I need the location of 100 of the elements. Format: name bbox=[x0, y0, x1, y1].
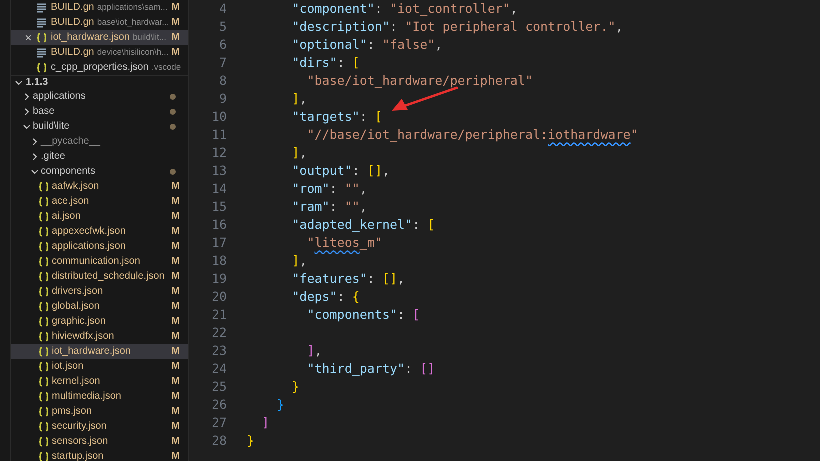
file-name: appexecfwk.json bbox=[52, 225, 126, 239]
file-item[interactable]: distributed_schedule.json M bbox=[11, 269, 188, 284]
chevron-down-icon[interactable] bbox=[15, 78, 25, 86]
file-item[interactable]: communication.json M bbox=[11, 254, 188, 269]
braces-icon bbox=[39, 362, 51, 372]
file-item[interactable]: pms.json M bbox=[11, 404, 188, 419]
line-number: 18 bbox=[210, 252, 227, 270]
git-status: M bbox=[172, 420, 180, 434]
code-line: ], bbox=[291, 144, 308, 162]
arrow-annotation bbox=[389, 86, 459, 114]
code-line: "optional": "false", bbox=[291, 36, 443, 54]
code-line: } bbox=[246, 432, 255, 450]
git-status: M bbox=[172, 330, 180, 344]
open-editor-item[interactable]: BUILD.gn device\hisilicon\h... M bbox=[11, 45, 188, 60]
code-line: "liteos_m" bbox=[306, 234, 382, 252]
braces-icon bbox=[39, 242, 51, 252]
file-item[interactable]: sensors.json M bbox=[11, 434, 188, 449]
file-item[interactable]: startup.json M bbox=[11, 449, 188, 461]
git-status: M bbox=[172, 450, 180, 461]
braces-icon bbox=[39, 272, 51, 282]
braces-icon bbox=[39, 436, 51, 446]
folder-item[interactable]: build\lite bbox=[11, 119, 188, 134]
git-status: M bbox=[172, 46, 180, 60]
git-status: M bbox=[172, 270, 180, 284]
line-number: 24 bbox=[210, 360, 227, 378]
close-button[interactable]: × bbox=[23, 32, 37, 44]
line-number: 6 bbox=[218, 36, 227, 54]
file-item[interactable]: aafwk.json M bbox=[11, 179, 188, 194]
code-line: "base/iot_hardware/peripheral" bbox=[306, 72, 533, 90]
file-item[interactable]: security.json M bbox=[11, 419, 188, 434]
line-number: 8 bbox=[218, 72, 227, 90]
braces-icon bbox=[39, 376, 51, 386]
git-status: M bbox=[172, 180, 180, 194]
git-status: M bbox=[172, 240, 180, 254]
open-editor-item[interactable]: c_cpp_properties.json .vscode bbox=[11, 60, 188, 75]
file-name: base bbox=[33, 105, 55, 119]
line-number: 16 bbox=[210, 216, 227, 234]
chevron-down-icon[interactable] bbox=[31, 168, 41, 176]
git-status: M bbox=[172, 360, 180, 374]
file-item[interactable]: kernel.json M bbox=[11, 374, 188, 389]
file-name: aafwk.json bbox=[52, 180, 100, 194]
folder-item[interactable]: components bbox=[11, 164, 188, 179]
file-path: .vscode bbox=[152, 61, 182, 74]
git-status: M bbox=[172, 255, 180, 269]
file-name: security.json bbox=[52, 420, 107, 434]
file-item[interactable]: iot_hardware.json M bbox=[11, 344, 188, 359]
chevron-down-icon[interactable] bbox=[23, 122, 33, 130]
file-name: global.json bbox=[52, 300, 100, 314]
line-number: 15 bbox=[210, 198, 227, 216]
file-item[interactable]: ace.json M bbox=[11, 194, 188, 209]
file-name: __pycache__ bbox=[41, 135, 100, 149]
git-status: M bbox=[172, 195, 180, 209]
line-number: 10 bbox=[210, 108, 227, 126]
open-editor-item[interactable]: BUILD.gn applications\sam... M bbox=[11, 0, 188, 15]
code-line: } bbox=[291, 378, 300, 396]
file-name: drivers.json bbox=[52, 285, 104, 299]
file-item[interactable]: hiviewdfx.json M bbox=[11, 329, 188, 344]
git-status: M bbox=[172, 405, 180, 419]
folder-item[interactable]: .gitee bbox=[11, 149, 188, 164]
git-status: M bbox=[172, 375, 180, 389]
folder-item[interactable]: base bbox=[11, 104, 188, 119]
file-path: build\lit... bbox=[132, 31, 166, 44]
file-item[interactable]: graphic.json M bbox=[11, 314, 188, 329]
line-number: 11 bbox=[210, 126, 227, 144]
file-name: BUILD.gn bbox=[51, 46, 94, 60]
folder-item[interactable]: __pycache__ bbox=[11, 134, 188, 149]
code-line: ], bbox=[306, 342, 322, 360]
open-editor-item[interactable]: BUILD.gn base\iot_hardwar... M bbox=[11, 15, 188, 30]
git-status: M bbox=[172, 1, 180, 15]
file-item[interactable]: iot.json M bbox=[11, 359, 188, 374]
braces-icon bbox=[39, 256, 51, 266]
line-number: 27 bbox=[210, 414, 227, 432]
braces-icon bbox=[39, 346, 51, 356]
file-name: BUILD.gn bbox=[51, 1, 94, 15]
file-item[interactable]: multimedia.json M bbox=[11, 389, 188, 404]
file-name: ace.json bbox=[52, 195, 90, 209]
file-item[interactable]: drivers.json M bbox=[11, 284, 188, 299]
braces-icon bbox=[39, 316, 51, 326]
braces-icon bbox=[37, 32, 49, 42]
braces-icon bbox=[37, 62, 49, 72]
git-status: M bbox=[172, 300, 180, 314]
file-name: ai.json bbox=[52, 210, 81, 224]
folder-item[interactable]: applications bbox=[11, 89, 188, 104]
file-name: multimedia.json bbox=[52, 390, 122, 404]
file-name: distributed_schedule.json bbox=[52, 270, 165, 284]
code-line: "//base/iot_hardware/peripheral:iothardware" bbox=[306, 126, 638, 144]
file-name: .gitee bbox=[41, 150, 66, 164]
section-header[interactable]: 1.1.3 bbox=[11, 76, 188, 89]
code-line: ], bbox=[291, 252, 308, 270]
code-line: "targets": [ bbox=[291, 108, 382, 126]
line-number: 7 bbox=[218, 54, 227, 72]
file-item[interactable]: global.json M bbox=[11, 299, 188, 314]
file-item[interactable]: appexecfwk.json M bbox=[11, 224, 188, 239]
file-path: base\iot_hardwar... bbox=[97, 16, 170, 29]
open-editor-item[interactable]: × iot_hardware.json build\lit... M bbox=[11, 30, 188, 45]
code-line: "ram": "", bbox=[291, 198, 368, 216]
code-line: "description": "Iot peripheral controller.", bbox=[291, 18, 624, 36]
file-item[interactable]: ai.json M bbox=[11, 209, 188, 224]
file-item[interactable]: applications.json M bbox=[11, 239, 188, 254]
braces-icon bbox=[39, 332, 51, 342]
